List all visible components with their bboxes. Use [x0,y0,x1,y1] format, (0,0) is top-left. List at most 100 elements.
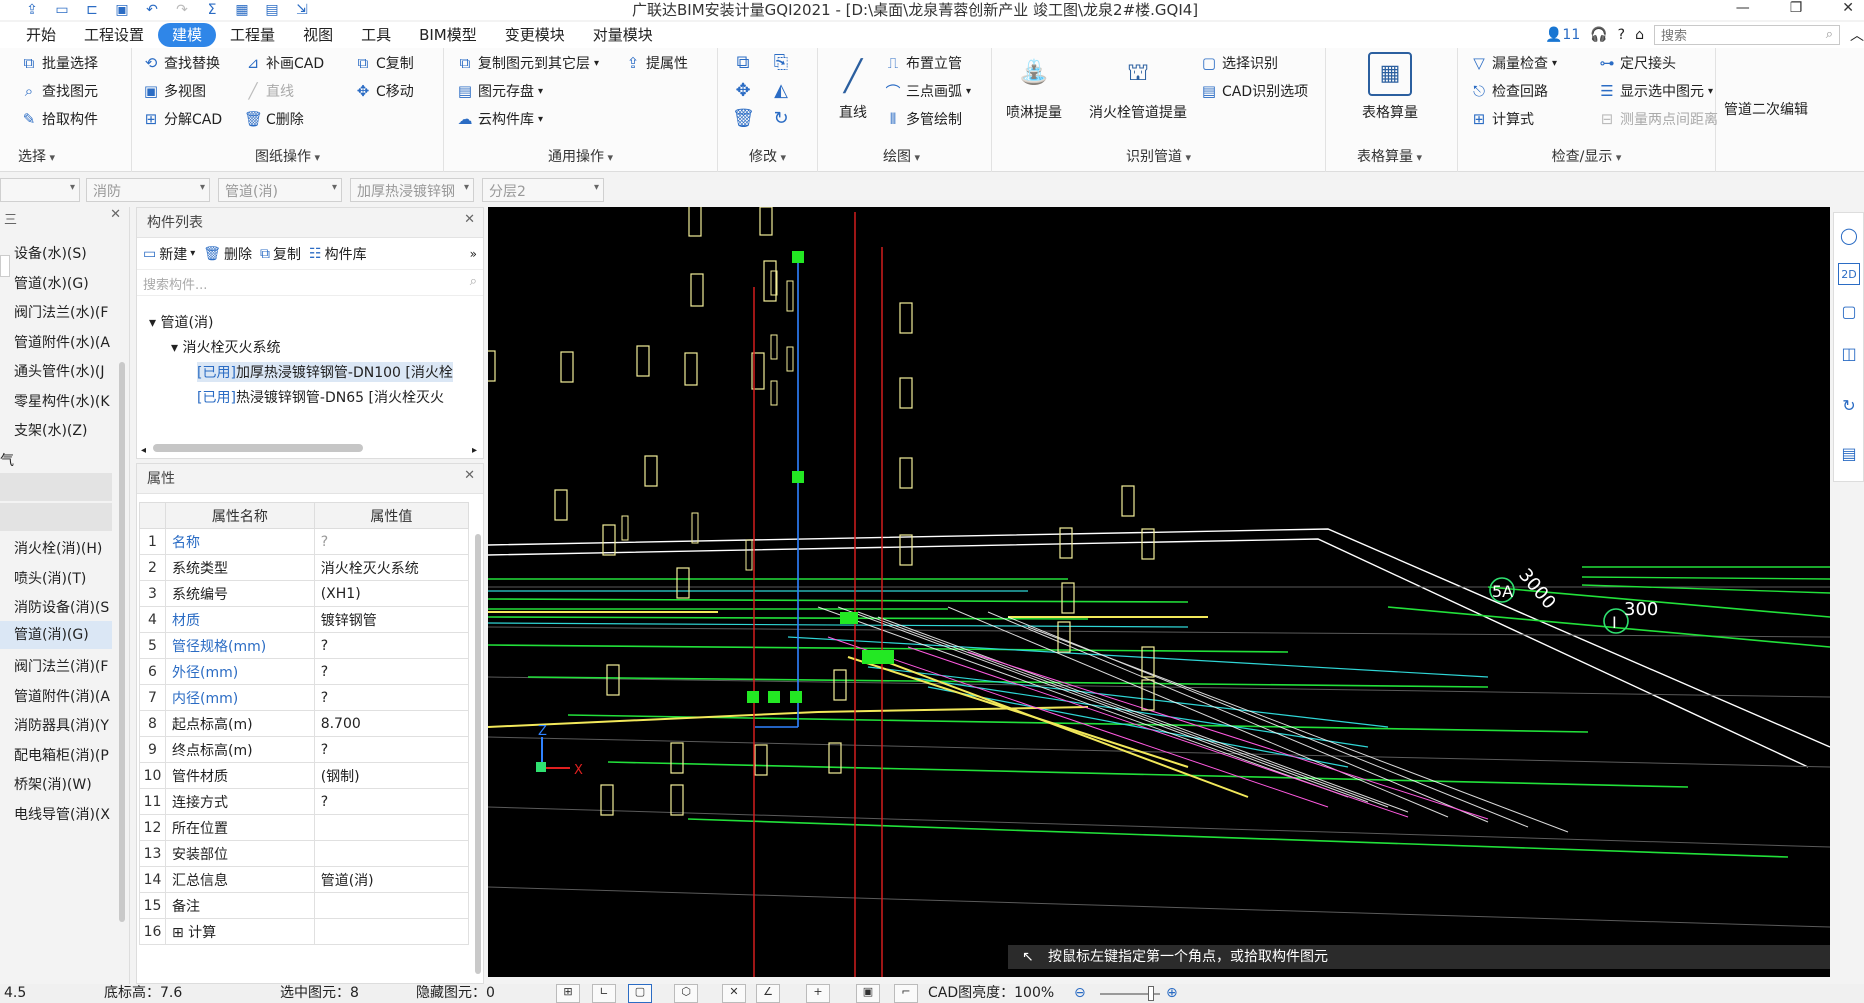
nav-item[interactable] [0,473,112,501]
property-row[interactable]: 7 内径(mm)? [139,684,470,711]
nav-search-input[interactable] [0,255,10,277]
copy-to-layer-button[interactable]: ⧉ 复制图元到其它层 ▾ [456,52,599,74]
property-row[interactable]: 4 材质 镀锌钢管 [139,606,470,633]
polyline-icon[interactable]: ⌐ [894,984,918,1003]
scroll-left-icon[interactable]: ◂ [141,445,146,456]
component-search-placeholder[interactable]: 搜索构件... [143,274,207,293]
filter-combo-major[interactable]: 消防 [86,178,210,202]
table-calc-button[interactable]: ▦ 表格算量 [1350,52,1430,122]
nav-scrollbar[interactable] [119,362,125,922]
property-row[interactable]: 12 所在位置 [139,814,470,841]
component-search[interactable]: 搜索构件... ⌕ [137,270,483,296]
nav-item[interactable] [0,502,112,531]
group-modify-title[interactable]: 修改 [718,146,817,166]
nav-item[interactable]: 桥架(消)(W) [14,774,92,794]
grip-point[interactable] [840,612,858,624]
leak-check-button[interactable]: ▽ 漏量检查 ▾ [1470,52,1557,74]
add-point-icon[interactable]: + [806,984,830,1003]
patch-cad-button[interactable]: ⊿ 补画CAD [244,52,324,74]
tree-node[interactable]: [已用]热浸镀锌钢管-DN65 [消火栓灭火 [197,387,444,407]
nav-item[interactable]: 消防设备(消)(S [14,597,109,617]
nav-item[interactable]: 管道(水)(G) [14,273,89,293]
nav-item[interactable]: 零星构件(水)(K [14,391,110,411]
menu-tab-7[interactable]: 变更模块 [491,23,579,47]
hydrant-pipe-extract-button[interactable]: ⛫ 消火栓管道提量 [1084,52,1192,122]
property-value[interactable]: (钢制) [313,762,470,789]
tree-node[interactable]: ▾ 消火栓灭火系统 [171,337,280,357]
filter-combo-0[interactable] [0,178,80,202]
2d-view-icon[interactable]: 2D [1838,263,1860,285]
property-value[interactable]: 镀锌钢管 [313,606,470,633]
layer-icon[interactable]: ▣ [856,984,880,1003]
rotate-icon[interactable]: ↻ [770,108,792,130]
nav-item[interactable]: 管道附件(水)(A [14,332,110,352]
collapse-ribbon-icon[interactable]: ︿ [1850,25,1864,45]
property-row[interactable]: 15 备注 [139,892,470,919]
new-component-button[interactable]: ▭ 新建 ▾ [143,244,195,264]
place-riser-button[interactable]: ⎍ 布置立管 [884,52,962,74]
property-value[interactable]: ? [313,684,470,711]
nav-item[interactable]: 消防器具(消)(Y [14,715,109,735]
group-general-ops-title[interactable]: 通用操作 [444,146,717,166]
menu-tab-3[interactable]: 工程量 [216,23,289,47]
c-copy-button[interactable]: ⧉ C复制 [354,52,414,74]
property-value[interactable]: 8.700 [313,710,470,737]
property-value[interactable]: 消火栓灭火系统 [313,554,470,581]
sprinkler-extract-button[interactable]: ⛲ 喷淋提量 [1004,52,1064,122]
property-value[interactable]: ? [313,658,470,685]
show-selected-button[interactable]: ☰ 显示选中图元 ▾ [1598,80,1713,102]
cloud-library-button[interactable]: ☁ 云构件库 ▾ [456,108,544,130]
property-row[interactable]: 10 管件材质 (钢制) [139,762,470,789]
cad-recognize-options-button[interactable]: ▤ CAD识别选项 [1200,80,1308,102]
pipe-secondary-edit-button[interactable]: 管道二次编辑 [1724,98,1808,120]
explode-cad-button[interactable]: ⊞ 分解CAD [142,108,222,130]
property-row[interactable]: 2 系统类型 消火栓灭火系统 [139,554,470,581]
nav-item[interactable]: 阀门法兰(水)(F [14,302,108,322]
nav-item[interactable]: 管道(消)(G) [0,620,112,649]
grip-point[interactable] [768,691,780,703]
nav-item[interactable]: 阀门法兰(消)(F [14,656,108,676]
property-row[interactable]: 16 ⊞ 计算 [139,918,470,945]
grip-point[interactable] [790,691,802,703]
menu-tab-8[interactable]: 对量模块 [579,23,667,47]
menu-tab-4[interactable]: 视图 [289,23,347,47]
expand-arrow-icon[interactable]: ▾ [149,315,160,331]
property-value[interactable]: 管道(消) [313,866,470,893]
sum-icon[interactable]: Σ [202,2,222,18]
property-value[interactable] [313,814,470,841]
nav-item[interactable]: 气 [0,450,14,470]
line-button[interactable]: ╱ 直线 [244,80,294,102]
c-delete-button[interactable]: 🗑 C删除 [244,108,304,130]
property-row[interactable]: 6 外径(mm)? [139,658,470,685]
nav-item[interactable]: 设备(水)(S) [14,243,87,263]
view-properties-icon[interactable]: ▤ [1838,443,1860,465]
fixed-length-joint-button[interactable]: ⊶ 定尺接头 [1598,52,1677,74]
scroll-right-icon[interactable]: ▸ [472,445,477,456]
brightness-slider-thumb[interactable] [1148,986,1154,1001]
search-icon[interactable]: ⌕ [470,274,477,291]
property-value[interactable]: ? [313,788,470,815]
3d-cube-icon[interactable]: ▢ [1838,301,1860,323]
check-loop-button[interactable]: ⎋ 检查回路 [1470,80,1548,102]
nav-item[interactable]: 喷头(消)(T) [14,568,86,588]
cad-viewport[interactable]: 5A I 3000 300 Z X ↖ 按鼠标左键指定第一个角点，或拾取构件图元 [488,207,1830,977]
delete-icon[interactable]: 🗑 [732,108,755,130]
select-recognize-button[interactable]: ▢ 选择识别 [1200,52,1278,74]
three-point-arc-button[interactable]: ⌒ 三点画弧 ▾ [884,80,971,102]
nav-item[interactable]: 支架(水)(Z) [14,420,87,440]
angle-icon[interactable]: ∠ [756,984,780,1003]
copy-icon[interactable]: ⧉ [732,52,754,74]
edit-icon[interactable]: ⎘ [770,52,792,74]
pick-component-button[interactable]: ✎ 拾取构件 [20,108,98,130]
nav-item[interactable]: 通头管件(水)(J [14,361,105,381]
view-cube-icon[interactable]: ⬡ [674,984,698,1003]
shirt-icon[interactable]: ⌂ [1635,27,1644,43]
grip-point[interactable] [747,691,759,703]
report-icon[interactable]: ▤ [262,2,282,18]
group-recognize-title[interactable]: 识别管道 [992,146,1325,166]
nav-item[interactable]: 消火栓(消)(H) [14,538,102,558]
component-hscroll[interactable] [153,444,363,452]
minimize-icon[interactable]: — [1736,0,1750,16]
cross-select-icon[interactable]: ✕ [722,984,746,1003]
menu-tab-2[interactable]: 建模 [158,23,217,47]
